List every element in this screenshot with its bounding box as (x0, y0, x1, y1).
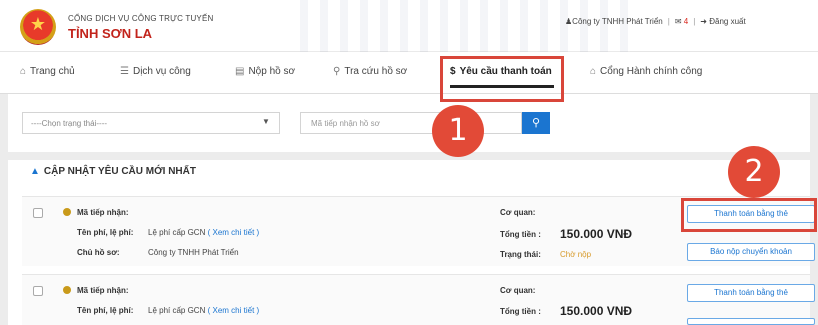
brand-subtitle: CỔNG DỊCH VỤ CÔNG TRỰC TUYẾN (68, 14, 214, 23)
user-toolbar: ♟Công ty TNHH Phát Triển | ✉ 4 | ➜ Đăng xuất (565, 17, 746, 26)
bell-icon: ▲ (30, 166, 40, 177)
step-callout-1: 1 (432, 105, 484, 157)
nav-item-submit[interactable]: ▤ Nộp hồ sơ (235, 66, 295, 77)
messages-count: 4 (683, 17, 689, 26)
pay-by-card-button[interactable]: Thanh toán bằng thẻ (687, 284, 815, 302)
highlight-pay-by-card (681, 198, 817, 232)
agency-label: Cơ quan: (500, 208, 536, 217)
header-background-pattern (300, 0, 630, 52)
logout-label: Đăng xuất (709, 17, 746, 26)
logout-link[interactable]: ➜ Đăng xuất (700, 17, 745, 26)
status-dot (63, 286, 71, 294)
fee-name: Lệ phí cấp GCN (148, 228, 206, 237)
owner-value: Công ty TNHH Phát Triển (148, 248, 239, 257)
logout-icon: ➜ (700, 17, 707, 26)
view-detail-link[interactable]: ( Xem chi tiết ) (208, 306, 260, 315)
header: ★ CỔNG DỊCH VỤ CÔNG TRỰC TUYẾN TỈNH SƠN … (0, 0, 818, 52)
receipt-label: Mã tiếp nhận: (77, 208, 129, 217)
fee-label: Tên phí, lệ phí: (77, 306, 134, 315)
panel-title: ▲ CẬP NHẬT YÊU CẦU MỚI NHẤT (30, 166, 196, 177)
bank-icon: ⌂ (590, 66, 597, 77)
total-label: Tổng tiền : (500, 230, 541, 239)
panel-title-text: CẬP NHẬT YÊU CẦU MỚI NHẤT (43, 166, 196, 177)
home-icon: ⌂ (20, 66, 27, 77)
nav-label: Trang chủ (30, 66, 75, 77)
search-icon: ⚲ (333, 66, 341, 77)
search-icon: ⚲ (531, 117, 541, 129)
fee-value: Lệ phí cấp GCN ( Xem chi tiết ) (148, 228, 259, 237)
star-icon: ★ (29, 14, 47, 34)
total-label: Tổng tiền : (500, 307, 541, 316)
status-value: Chờ nộp (560, 250, 592, 259)
nav-label: Tra cứu hồ sơ (344, 66, 408, 77)
status-dot (63, 208, 71, 216)
fee-value: Lệ phí cấp GCN ( Xem chi tiết ) (148, 306, 259, 315)
nav-item-home[interactable]: ⌂ Trang chủ (20, 66, 75, 77)
owner-label: Chủ hồ sơ: (77, 248, 120, 257)
fee-name: Lệ phí cấp GCN (148, 306, 206, 315)
report-transfer-button[interactable]: Báo nộp chuyển khoản (687, 243, 815, 261)
search-button[interactable]: ⚲ (522, 112, 550, 134)
receipt-label: Mã tiếp nhận: (77, 286, 129, 295)
user-menu[interactable]: ♟Công ty TNHH Phát Triển (565, 17, 663, 26)
user-name: Công ty TNHH Phát Triển (572, 17, 663, 26)
nav-label: Nộp hồ sơ (248, 66, 296, 77)
chevron-down-icon: ▼ (262, 117, 270, 126)
report-transfer-button[interactable] (687, 318, 815, 325)
messages-link[interactable]: ✉ 4 (675, 17, 688, 26)
step-callout-2: 2 (728, 146, 780, 198)
total-amount: 150.000 VNĐ (560, 227, 633, 241)
divider: | (693, 17, 696, 26)
highlight-payment-tab (440, 56, 564, 102)
receipt-code-search-input[interactable]: Mã tiếp nhận hồ sơ (300, 112, 522, 134)
row-checkbox[interactable] (33, 286, 43, 296)
document-icon: ▤ (235, 66, 245, 77)
brand-title[interactable]: TỈNH SƠN LA (68, 26, 152, 41)
divider: | (667, 17, 670, 26)
national-emblem-logo[interactable]: ★ (20, 9, 56, 45)
fee-label: Tên phí, lệ phí: (77, 228, 134, 237)
nav-item-public-services[interactable]: ☰ Dịch vụ công (120, 66, 191, 77)
nav-item-lookup[interactable]: ⚲ Tra cứu hồ sơ (333, 66, 407, 77)
nav-label: Dịch vụ công (132, 66, 191, 77)
nav-label: Cổng Hành chính công (600, 66, 703, 77)
user-icon: ♟ (565, 17, 573, 26)
agency-label: Cơ quan: (500, 286, 536, 295)
total-amount: 150.000 VNĐ (560, 304, 633, 318)
nav-item-admin-portal[interactable]: ⌂ Cổng Hành chính công (590, 66, 702, 77)
status-select[interactable]: ----Chọn trạng thái---- (22, 112, 280, 134)
view-detail-link[interactable]: ( Xem chi tiết ) (208, 228, 260, 237)
status-label: Trạng thái: (500, 250, 541, 259)
row-checkbox[interactable] (33, 208, 43, 218)
list-icon: ☰ (120, 66, 129, 77)
chat-icon: ✉ (674, 17, 682, 26)
